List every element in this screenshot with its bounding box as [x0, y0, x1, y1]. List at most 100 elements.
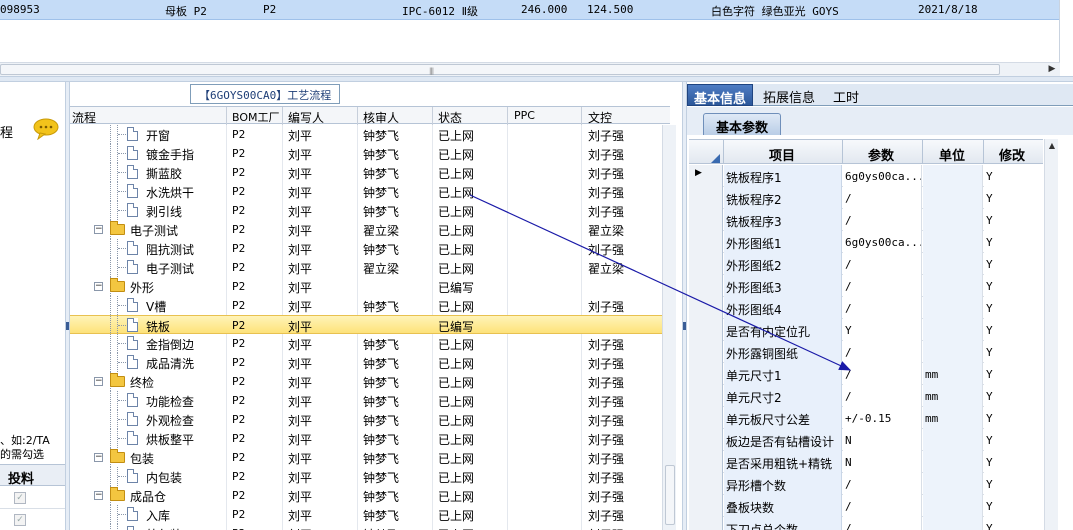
tree-row[interactable]: 铣板 P2 刘平 已编写	[70, 315, 662, 335]
chat-bubble-icon[interactable]	[32, 118, 60, 140]
tree-row[interactable]: 功能检查 P2 刘平 钟梦飞 已上网 刘子强	[70, 391, 662, 410]
collapse-minus-icon[interactable]: −	[94, 282, 103, 291]
param-row[interactable]: 叠板块数 / Y	[689, 495, 1043, 517]
param-row[interactable]: 外形图纸1 6g0ys00ca... Y	[689, 231, 1043, 253]
param-modify-cell[interactable]: Y	[984, 363, 1043, 385]
collapse-minus-icon[interactable]: −	[94, 225, 103, 234]
param-item-cell[interactable]: 板边是否有钻槽设计	[724, 429, 842, 451]
param-modify-cell[interactable]: Y	[984, 341, 1043, 363]
param-unit-cell[interactable]: mm	[923, 385, 983, 407]
param-value-cell[interactable]: /	[843, 495, 922, 517]
tree-row[interactable]: − 终检 P2 刘平 钟梦飞 已上网 刘子强	[70, 372, 662, 391]
param-modify-cell[interactable]: Y	[984, 385, 1043, 407]
row-indicator[interactable]	[689, 319, 723, 341]
param-item-cell[interactable]: 是否有内定位孔	[724, 319, 842, 341]
param-unit-cell[interactable]	[923, 275, 983, 297]
col-header-ppc[interactable]: PPC	[514, 109, 535, 122]
param-item-cell[interactable]: 外形图纸3	[724, 275, 842, 297]
param-item-cell[interactable]: 单元尺寸2	[724, 385, 842, 407]
tree-row[interactable]: 内包装 P2 刘平 钟梦飞 已上网 刘子强	[70, 467, 662, 486]
param-item-cell[interactable]: 铣板程序3	[724, 209, 842, 231]
param-value-cell[interactable]: /	[843, 473, 922, 495]
param-value-cell[interactable]: 6g0ys00ca...	[843, 231, 922, 253]
tree-row[interactable]: V槽 P2 刘平 钟梦飞 已上网 刘子强	[70, 296, 662, 315]
scroll-up-arrow-icon[interactable]: ▲	[1047, 141, 1057, 155]
param-modify-cell[interactable]: Y	[984, 275, 1043, 297]
tree-row[interactable]: 外观检查 P2 刘平 钟梦飞 已上网 刘子强	[70, 410, 662, 429]
param-row[interactable]: 单元尺寸1/mm Y	[689, 363, 1043, 385]
param-item-cell[interactable]: 单元尺寸1	[724, 363, 842, 385]
param-item-cell[interactable]: 异形槽个数	[724, 473, 842, 495]
param-row[interactable]: 外形图纸2/ Y	[689, 253, 1043, 275]
collapse-minus-icon[interactable]: −	[94, 377, 103, 386]
tree-row[interactable]: 电子测试 P2 刘平 翟立梁 已上网 翟立梁	[70, 258, 662, 277]
process-vertical-scrollbar[interactable]	[662, 125, 676, 530]
param-unit-cell[interactable]	[923, 429, 983, 451]
param-row[interactable]: 板边是否有钻槽设计 N Y	[689, 429, 1043, 451]
param-value-cell[interactable]: /	[843, 253, 922, 275]
tree-row[interactable]: 阻抗测试 P2 刘平 钟梦飞 已上网 刘子强	[70, 239, 662, 258]
tree-row[interactable]: 入库 P2 刘平 钟梦飞 已上网 刘子强	[70, 505, 662, 524]
tree-row[interactable]: − 包装 P2 刘平 钟梦飞 已上网 刘子强	[70, 448, 662, 467]
param-unit-cell[interactable]	[923, 231, 983, 253]
feed-checkbox[interactable]: ✓	[14, 492, 26, 504]
param-value-cell[interactable]: /	[843, 297, 922, 319]
row-indicator[interactable]	[689, 231, 723, 253]
param-row[interactable]: 异形槽个数 / Y	[689, 473, 1043, 495]
param-row[interactable]: 铣板程序3/ Y	[689, 209, 1043, 231]
param-unit-cell[interactable]	[923, 297, 983, 319]
row-indicator[interactable]	[689, 209, 723, 231]
param-row[interactable]: 外形图纸3/ Y	[689, 275, 1043, 297]
param-value-cell[interactable]: 6g0ys00ca...	[843, 165, 922, 187]
param-item-cell[interactable]: 铣板程序2	[724, 187, 842, 209]
param-value-cell[interactable]: /	[843, 385, 922, 407]
select-all-corner-icon[interactable]	[711, 154, 720, 163]
param-item-cell[interactable]: 外形图纸2	[724, 253, 842, 275]
param-modify-cell[interactable]: Y	[984, 297, 1043, 319]
row-indicator[interactable]	[689, 363, 723, 385]
param-modify-cell[interactable]: Y	[984, 253, 1043, 275]
collapse-minus-icon[interactable]: −	[94, 453, 103, 462]
param-row[interactable]: 下刀点总个数 / Y	[689, 517, 1043, 530]
param-item-cell[interactable]: 叠板块数	[724, 495, 842, 517]
row-indicator[interactable]	[689, 187, 723, 209]
col-header-reviewer[interactable]: 核审人	[363, 109, 399, 126]
col-header-doc[interactable]: 文控	[588, 109, 612, 126]
param-row[interactable]: 单元板尺寸公差 +/-0.15 mm Y	[689, 407, 1043, 429]
param-row[interactable]: 外形图纸4/ Y	[689, 297, 1043, 319]
tree-row[interactable]: 成品清洗 P2 刘平 钟梦飞 已上网 刘子强	[70, 353, 662, 372]
param-value-cell[interactable]: N	[843, 451, 922, 473]
param-unit-cell[interactable]	[923, 473, 983, 495]
row-indicator[interactable]	[689, 407, 723, 429]
param-row[interactable]: 铣板程序2/ Y	[689, 187, 1043, 209]
param-unit-cell[interactable]	[923, 253, 983, 275]
tree-row[interactable]: 镀金手指 P2 刘平 钟梦飞 已上网 刘子强	[70, 144, 662, 163]
param-modify-cell[interactable]: Y	[984, 187, 1043, 209]
param-unit-cell[interactable]	[923, 517, 983, 530]
row-indicator[interactable]	[689, 517, 723, 530]
col-header-writer[interactable]: 编写人	[288, 109, 324, 126]
param-item-cell[interactable]: 外形露铜图纸	[724, 341, 842, 363]
params-vertical-scrollbar[interactable]: ▲	[1044, 139, 1058, 530]
col-header-unit[interactable]: 单位	[939, 145, 965, 164]
row-indicator[interactable]	[689, 495, 723, 517]
param-value-cell[interactable]: +/-0.15	[843, 407, 922, 429]
param-modify-cell[interactable]: Y	[984, 495, 1043, 517]
param-unit-cell[interactable]	[923, 209, 983, 231]
scrollbar-thumb[interactable]: |||	[0, 64, 1000, 75]
collapse-minus-icon[interactable]: −	[94, 491, 103, 500]
param-row[interactable]: 单元尺寸2/mm Y	[689, 385, 1043, 407]
row-indicator[interactable]: ▶	[689, 165, 723, 187]
tab-basic-info[interactable]: 基本信息	[687, 84, 754, 107]
param-item-cell[interactable]: 外形图纸4	[724, 297, 842, 319]
scrollbar-thumb[interactable]	[665, 465, 675, 525]
tree-row[interactable]: − 电子测试 P2 刘平 翟立梁 已上网 翟立梁	[70, 220, 662, 239]
col-header-param[interactable]: 参数	[868, 145, 894, 164]
param-modify-cell[interactable]: Y	[984, 209, 1043, 231]
param-item-cell[interactable]: 是否采用粗铣+精铣	[724, 451, 842, 473]
param-unit-cell[interactable]	[923, 187, 983, 209]
param-value-cell[interactable]: /	[843, 209, 922, 231]
param-unit-cell[interactable]	[923, 319, 983, 341]
row-indicator[interactable]	[689, 297, 723, 319]
param-value-cell[interactable]: /	[843, 517, 922, 530]
